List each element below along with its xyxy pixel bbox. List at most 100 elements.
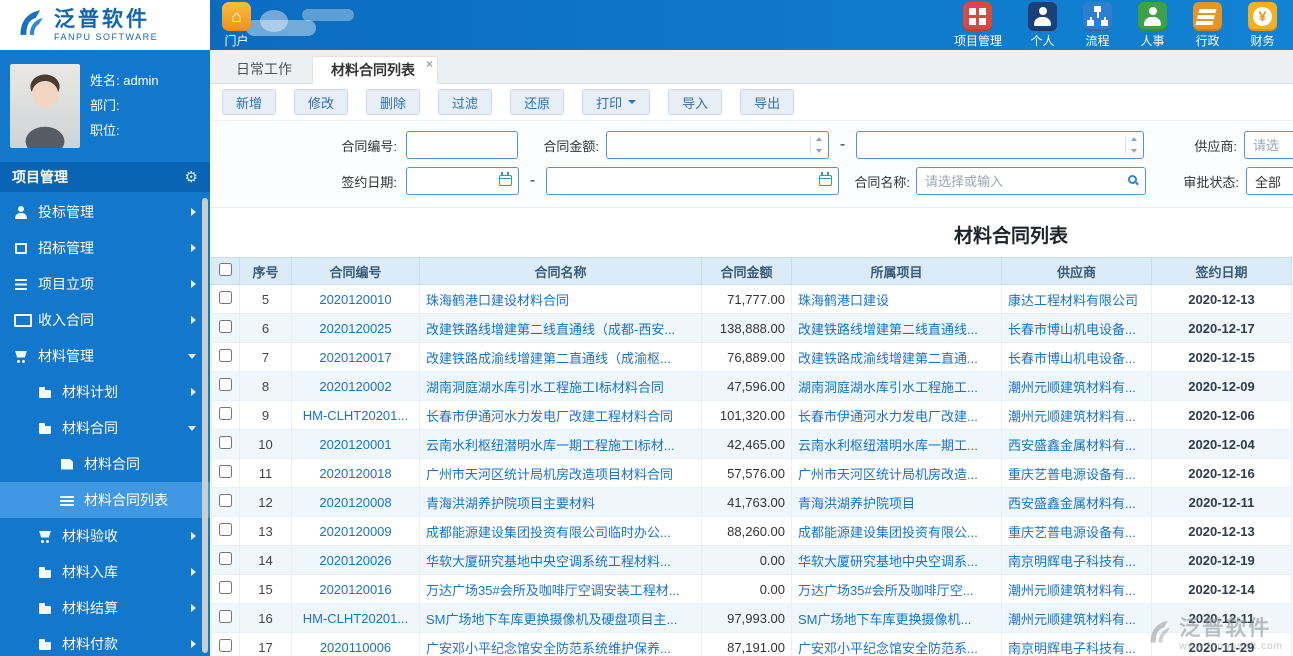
row-checkbox[interactable] xyxy=(219,639,232,652)
cell-code[interactable]: HM-CLHT20201... xyxy=(291,400,420,430)
sidebar-menu-item[interactable]: 材料合同列表 xyxy=(0,482,210,518)
cell-project[interactable]: 成都能源建设集团投资有限公... xyxy=(791,516,1002,546)
cell-supplier[interactable]: 西安盛鑫金属材料有... xyxy=(1001,429,1152,459)
calendar-icon[interactable] xyxy=(499,172,512,186)
row-checkbox[interactable] xyxy=(219,552,232,565)
sidebar-menu-item[interactable]: 材料计划 xyxy=(0,374,210,410)
sidebar-menu-item[interactable]: 项目立项 xyxy=(0,266,210,302)
gear-icon[interactable] xyxy=(185,168,198,186)
module-flow[interactable]: 流程 xyxy=(1083,1,1112,49)
sidebar-menu-item[interactable]: 材料管理 xyxy=(0,338,210,374)
cell-name[interactable]: 广安邓小平纪念馆安全防范系统维护保养... xyxy=(419,632,702,656)
delete-button[interactable]: 删除 xyxy=(366,89,421,115)
cell-name[interactable]: 青海洪湖养护院项目主要材料 xyxy=(419,487,702,517)
close-icon[interactable] xyxy=(426,58,433,70)
sidebar-scrollbar[interactable] xyxy=(202,198,208,653)
cell-project[interactable]: 珠海鹤港口建设 xyxy=(791,284,1002,314)
sidebar-menu-item[interactable]: 招标管理 xyxy=(0,230,210,266)
cell-code[interactable]: 2020120002 xyxy=(291,371,420,401)
cell-project[interactable]: 华软大厦研究基地中央空调系... xyxy=(791,545,1002,575)
cell-supplier[interactable]: 南京明辉电子科技有... xyxy=(1001,632,1152,656)
module-money[interactable]: 财务 xyxy=(1248,1,1277,49)
contract-no-input[interactable] xyxy=(406,131,518,159)
cell-code[interactable]: 2020120026 xyxy=(291,545,420,575)
cell-code[interactable]: 2020120016 xyxy=(291,574,420,604)
row-checkbox[interactable] xyxy=(219,291,232,304)
cell-supplier[interactable]: 长春市博山机电设备... xyxy=(1001,313,1152,343)
sidebar-menu-item[interactable]: 材料合同 xyxy=(0,446,210,482)
cell-name[interactable]: 改建铁路成渝线增建第二直通线（成渝枢... xyxy=(419,342,702,372)
select-all-checkbox[interactable] xyxy=(219,263,232,276)
cell-supplier[interactable]: 西安盛鑫金属材料有... xyxy=(1001,487,1152,517)
cell-project[interactable]: 广安邓小平纪念馆安全防范系... xyxy=(791,632,1002,656)
modify-button[interactable]: 修改 xyxy=(294,89,349,115)
contract-name-input[interactable] xyxy=(916,167,1146,195)
row-checkbox[interactable] xyxy=(219,523,232,536)
tab-material-contract-list[interactable]: 材料合同列表 xyxy=(312,56,438,84)
row-checkbox[interactable] xyxy=(219,465,232,478)
magnifier-icon[interactable] xyxy=(1128,175,1137,184)
number-stepper-icon[interactable] xyxy=(1125,136,1139,154)
cell-code[interactable]: HM-CLHT20201... xyxy=(291,603,420,633)
sidebar-menu-item[interactable]: 材料验收 xyxy=(0,518,210,554)
cell-name[interactable]: 云南水利枢纽潜明水库一期工程施工Ⅰ标材... xyxy=(419,429,702,459)
cell-project[interactable]: 长春市伊通河水力发电厂改建... xyxy=(791,400,1002,430)
cell-code[interactable]: 2020120008 xyxy=(291,487,420,517)
row-checkbox[interactable] xyxy=(219,581,232,594)
sidebar-menu-item[interactable]: 收入合同 xyxy=(0,302,210,338)
calendar-icon[interactable] xyxy=(819,172,832,186)
sidebar-menu-item[interactable]: 材料合同 xyxy=(0,410,210,446)
row-checkbox[interactable] xyxy=(219,436,232,449)
cell-code[interactable]: 2020120010 xyxy=(291,284,420,314)
sidebar-menu-item[interactable]: 材料入库 xyxy=(0,554,210,590)
number-stepper-icon[interactable] xyxy=(810,136,824,154)
module-person[interactable]: 个人 xyxy=(1028,1,1057,49)
cell-name[interactable]: 广州市天河区统计局机房改造项目材料合同 xyxy=(419,458,702,488)
sign-date-to-input[interactable] xyxy=(546,167,839,195)
module-grid[interactable]: 项目管理 xyxy=(954,1,1002,49)
supplier-input[interactable] xyxy=(1244,131,1293,159)
cell-project[interactable]: 广州市天河区统计局机房改造... xyxy=(791,458,1002,488)
import-button[interactable]: 导入 xyxy=(668,89,723,115)
row-checkbox[interactable] xyxy=(219,610,232,623)
cell-supplier[interactable]: 南京明辉电子科技有... xyxy=(1001,545,1152,575)
cell-supplier[interactable]: 潮州元顺建筑材料有... xyxy=(1001,371,1152,401)
cell-name[interactable]: 万达广场35#会所及咖啡厅空调安装工程材... xyxy=(419,574,702,604)
cell-code[interactable]: 2020120018 xyxy=(291,458,420,488)
sidebar-menu-item[interactable]: 材料结算 xyxy=(0,590,210,626)
cell-project[interactable]: 万达广场35#会所及咖啡厅空... xyxy=(791,574,1002,604)
cell-name[interactable]: 华软大厦研究基地中央空调系统工程材料... xyxy=(419,545,702,575)
cell-project[interactable]: SM广场地下车库更换摄像机... xyxy=(791,603,1002,633)
filter-button[interactable]: 过滤 xyxy=(438,89,493,115)
cell-supplier[interactable]: 重庆艺普电源设备有... xyxy=(1001,458,1152,488)
cell-code[interactable]: 2020120001 xyxy=(291,429,420,459)
cell-supplier[interactable]: 长春市博山机电设备... xyxy=(1001,342,1152,372)
row-checkbox[interactable] xyxy=(219,407,232,420)
cell-name[interactable]: 长春市伊通河水力发电厂改建工程材料合同 xyxy=(419,400,702,430)
cell-code[interactable]: 2020120025 xyxy=(291,313,420,343)
cell-code[interactable]: 2020110006 xyxy=(291,632,420,656)
cell-code[interactable]: 2020120017 xyxy=(291,342,420,372)
tab-daily-work[interactable]: 日常工作 xyxy=(218,55,310,83)
amount-from-input[interactable] xyxy=(606,131,829,159)
sidebar-menu-item[interactable]: 投标管理 xyxy=(0,194,210,230)
cell-supplier[interactable]: 潮州元顺建筑材料有... xyxy=(1001,574,1152,604)
cell-supplier[interactable]: 潮州元顺建筑材料有... xyxy=(1001,400,1152,430)
module-stack[interactable]: 行政 xyxy=(1193,1,1222,49)
sidebar-menu-item[interactable]: 材料付款 xyxy=(0,626,210,656)
cell-project[interactable]: 青海洪湖养护院项目 xyxy=(791,487,1002,517)
cell-project[interactable]: 湖南洞庭湖水库引水工程施工... xyxy=(791,371,1002,401)
module-people[interactable]: 人事 xyxy=(1138,1,1167,49)
cell-name[interactable]: 湖南洞庭湖水库引水工程施工Ⅰ标材料合同 xyxy=(419,371,702,401)
cell-code[interactable]: 2020120009 xyxy=(291,516,420,546)
cell-supplier[interactable]: 重庆艺普电源设备有... xyxy=(1001,516,1152,546)
restore-button[interactable]: 还原 xyxy=(510,89,565,115)
amount-to-input[interactable] xyxy=(856,131,1144,159)
add-button[interactable]: 新增 xyxy=(222,89,277,115)
cell-name[interactable]: 成都能源建设集团投资有限公司临时办公... xyxy=(419,516,702,546)
cell-name[interactable]: SM广场地下车库更换摄像机及硬盘项目主... xyxy=(419,603,702,633)
row-checkbox[interactable] xyxy=(219,494,232,507)
row-checkbox[interactable] xyxy=(219,320,232,333)
cell-project[interactable]: 云南水利枢纽潜明水库一期工... xyxy=(791,429,1002,459)
print-button[interactable]: 打印 xyxy=(582,89,651,115)
